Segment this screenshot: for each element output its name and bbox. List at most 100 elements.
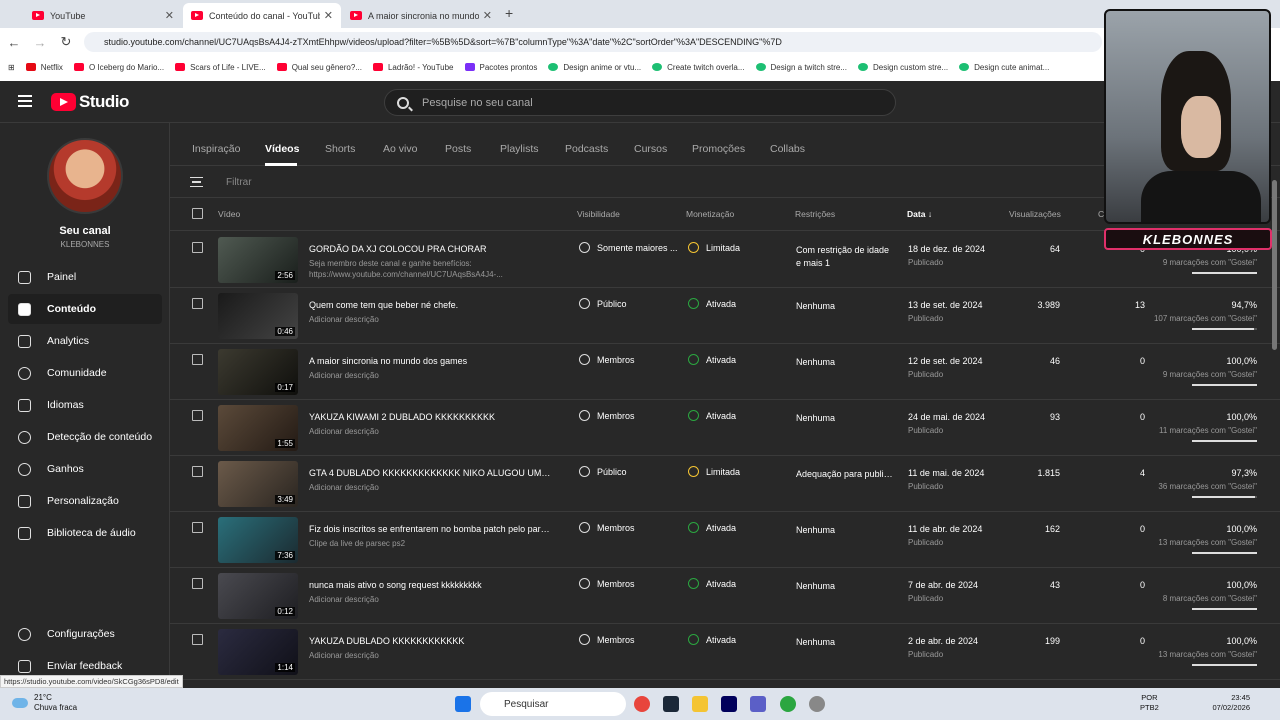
teams-icon[interactable] [750,696,766,712]
video-description[interactable]: Adicionar descrição [309,426,554,437]
bookmark-netflix[interactable]: Netflix [25,63,63,72]
bookmark-item[interactable]: Design custom stre... [858,63,948,72]
bookmark-item[interactable]: Design a twitch stre... [755,63,847,72]
video-title[interactable]: YAKUZA DUBLADO KKKKKKKKKKKK [309,636,551,646]
channel-avatar[interactable] [47,138,123,214]
bookmark-item[interactable]: O Iceberg do Mario... [73,63,164,72]
video-title[interactable]: Quem come tem que beber né chefe. [309,300,551,310]
restrictions-cell[interactable]: Nenhuma [796,356,894,369]
table-row[interactable]: 0:12 nunca mais ativo o song request kkkk… [170,568,1280,624]
sidebar-item-biblioteca[interactable]: Biblioteca de áudio [8,518,162,548]
row-checkbox[interactable] [192,242,203,253]
sidebar-item-analytics[interactable]: Analytics [8,326,162,356]
video-thumbnail[interactable]: 0:46 [218,293,298,339]
row-checkbox[interactable] [192,298,203,309]
restrictions-cell[interactable]: Nenhuma [796,580,894,593]
header-views[interactable]: Visualizações [1009,209,1061,219]
tab-cursos[interactable]: Cursos [634,143,667,155]
table-row[interactable]: 3:49 GTA 4 DUBLADO KKKKKKKKKKKKK NIKO ALU… [170,456,1280,512]
after-effects-icon[interactable] [721,696,737,712]
channel-search-input[interactable]: Pesquise no seu canal [384,89,896,116]
tab-inspiracao[interactable]: Inspiração [192,143,240,155]
video-title[interactable]: nunca mais ativo o song request kkkkkkkk… [309,580,551,590]
restrictions-cell[interactable]: Nenhuma [796,636,894,649]
filter-input[interactable]: Filtrar [226,177,252,188]
row-checkbox[interactable] [192,410,203,421]
table-row[interactable]: 0:46 Quem come tem que beber né chefe. Adi… [170,288,1280,344]
restrictions-cell[interactable]: Adequação para public... [796,468,894,481]
close-tab-icon[interactable]: ✕ [483,9,492,22]
table-row[interactable]: 7:36 Fiz dois inscritos se enfrentarem no… [170,512,1280,568]
browser-tab-video[interactable]: A maior sincronia no mundo d ✕ [342,3,500,28]
browser-tab-content[interactable]: Conteúdo do canal - YouTube S✕ [183,3,341,28]
bookmark-item[interactable]: Qual seu gênero?... [276,63,362,72]
monetization-cell[interactable]: Ativada [688,578,736,589]
table-row[interactable]: 1:14 YAKUZA DUBLADO KKKKKKKKKKKK Adicionar… [170,624,1280,680]
tab-shorts[interactable]: Shorts [325,143,355,155]
tab-collabs[interactable]: Collabs [770,143,805,155]
back-icon[interactable]: ← [2,35,26,50]
close-tab-icon[interactable]: ✕ [165,9,174,22]
video-description[interactable]: Seja membro deste canal e ganhe benefíci… [309,258,554,280]
menu-icon[interactable] [18,95,32,107]
video-title[interactable]: Fiz dois inscritos se enfrentarem no bom… [309,524,551,534]
new-tab-icon[interactable]: + [505,5,513,21]
tab-podcasts[interactable]: Podcasts [565,143,608,155]
video-thumbnail[interactable]: 1:55 [218,405,298,451]
obs-icon[interactable] [809,696,825,712]
video-description[interactable]: Adicionar descrição [309,650,554,661]
visibility-cell[interactable]: Membros [579,578,635,589]
bookmark-item[interactable]: Design cute animat... [959,63,1049,72]
monetization-cell[interactable]: Ativada [688,354,736,365]
folder-icon[interactable] [692,696,708,712]
row-checkbox[interactable] [192,466,203,477]
visibility-cell[interactable]: Membros [579,522,635,533]
monetization-cell[interactable]: Ativada [688,298,736,309]
visibility-cell[interactable]: Público [579,298,627,309]
visibility-cell[interactable]: Membros [579,634,635,645]
restrictions-cell[interactable]: Nenhuma [796,300,894,313]
sidebar-item-comunidade[interactable]: Comunidade [8,358,162,388]
sidebar-item-personalizacao[interactable]: Personalização [8,486,162,516]
monetization-cell[interactable]: Limitada [688,242,740,253]
monetization-cell[interactable]: Ativada [688,634,736,645]
row-checkbox[interactable] [192,634,203,645]
filter-icon[interactable] [190,177,203,187]
video-title[interactable]: A maior sincronia no mundo dos games [309,356,551,366]
sidebar-item-conteudo[interactable]: Conteúdo [8,294,162,324]
video-description[interactable]: Adicionar descrição [309,594,554,605]
weather-widget[interactable]: 21°C Chuva fraca [12,693,77,713]
close-tab-icon[interactable]: ✕ [324,9,333,22]
sidebar-item-configuracoes[interactable]: Configurações [8,619,162,649]
video-thumbnail[interactable]: 1:14 [218,629,298,675]
browser-tab-youtube[interactable]: YouTube ✕ [24,3,182,28]
monetization-cell[interactable]: Limitada [688,466,740,477]
restrictions-cell[interactable]: Nenhuma [796,412,894,425]
tab-videos[interactable]: Vídeos [265,143,299,155]
table-row[interactable]: 1:55 YAKUZA KIWAMI 2 DUBLADO KKKKKKKKKK Ad… [170,400,1280,456]
video-thumbnail[interactable]: 2:56 [218,237,298,283]
header-restrictions[interactable]: Restrições [795,209,835,219]
bookmark-item[interactable]: Ladrão! - YouTube [372,63,454,72]
header-date[interactable]: Data ↓ [907,209,932,219]
visibility-cell[interactable]: Membros [579,354,635,365]
sidebar-item-idiomas[interactable]: Idiomas [8,390,162,420]
chrome-icon[interactable] [634,696,650,712]
monetization-cell[interactable]: Ativada [688,522,736,533]
tab-ao-vivo[interactable]: Ao vivo [383,143,417,155]
video-title[interactable]: GORDÃO DA XJ COLOCOU PRA CHORAR [309,244,551,254]
steam-icon[interactable] [663,696,679,712]
reload-icon[interactable]: ↻ [54,34,78,50]
select-all-checkbox[interactable] [192,208,203,219]
bookmark-item[interactable]: Create twitch overla... [652,63,745,72]
clock[interactable]: 23:45 07/02/2026 [1208,693,1250,713]
tab-playlists[interactable]: Playlists [500,143,539,155]
start-icon[interactable] [455,696,471,712]
visibility-cell[interactable]: Público [579,466,627,477]
video-description[interactable]: Adicionar descrição [309,314,554,325]
restrictions-cell[interactable]: Nenhuma [796,524,894,537]
studio-logo[interactable]: Studio [51,92,129,112]
forward-icon[interactable]: → [28,35,52,50]
sidebar-item-ganhos[interactable]: Ganhos [8,454,162,484]
scrollbar[interactable] [1272,180,1277,350]
